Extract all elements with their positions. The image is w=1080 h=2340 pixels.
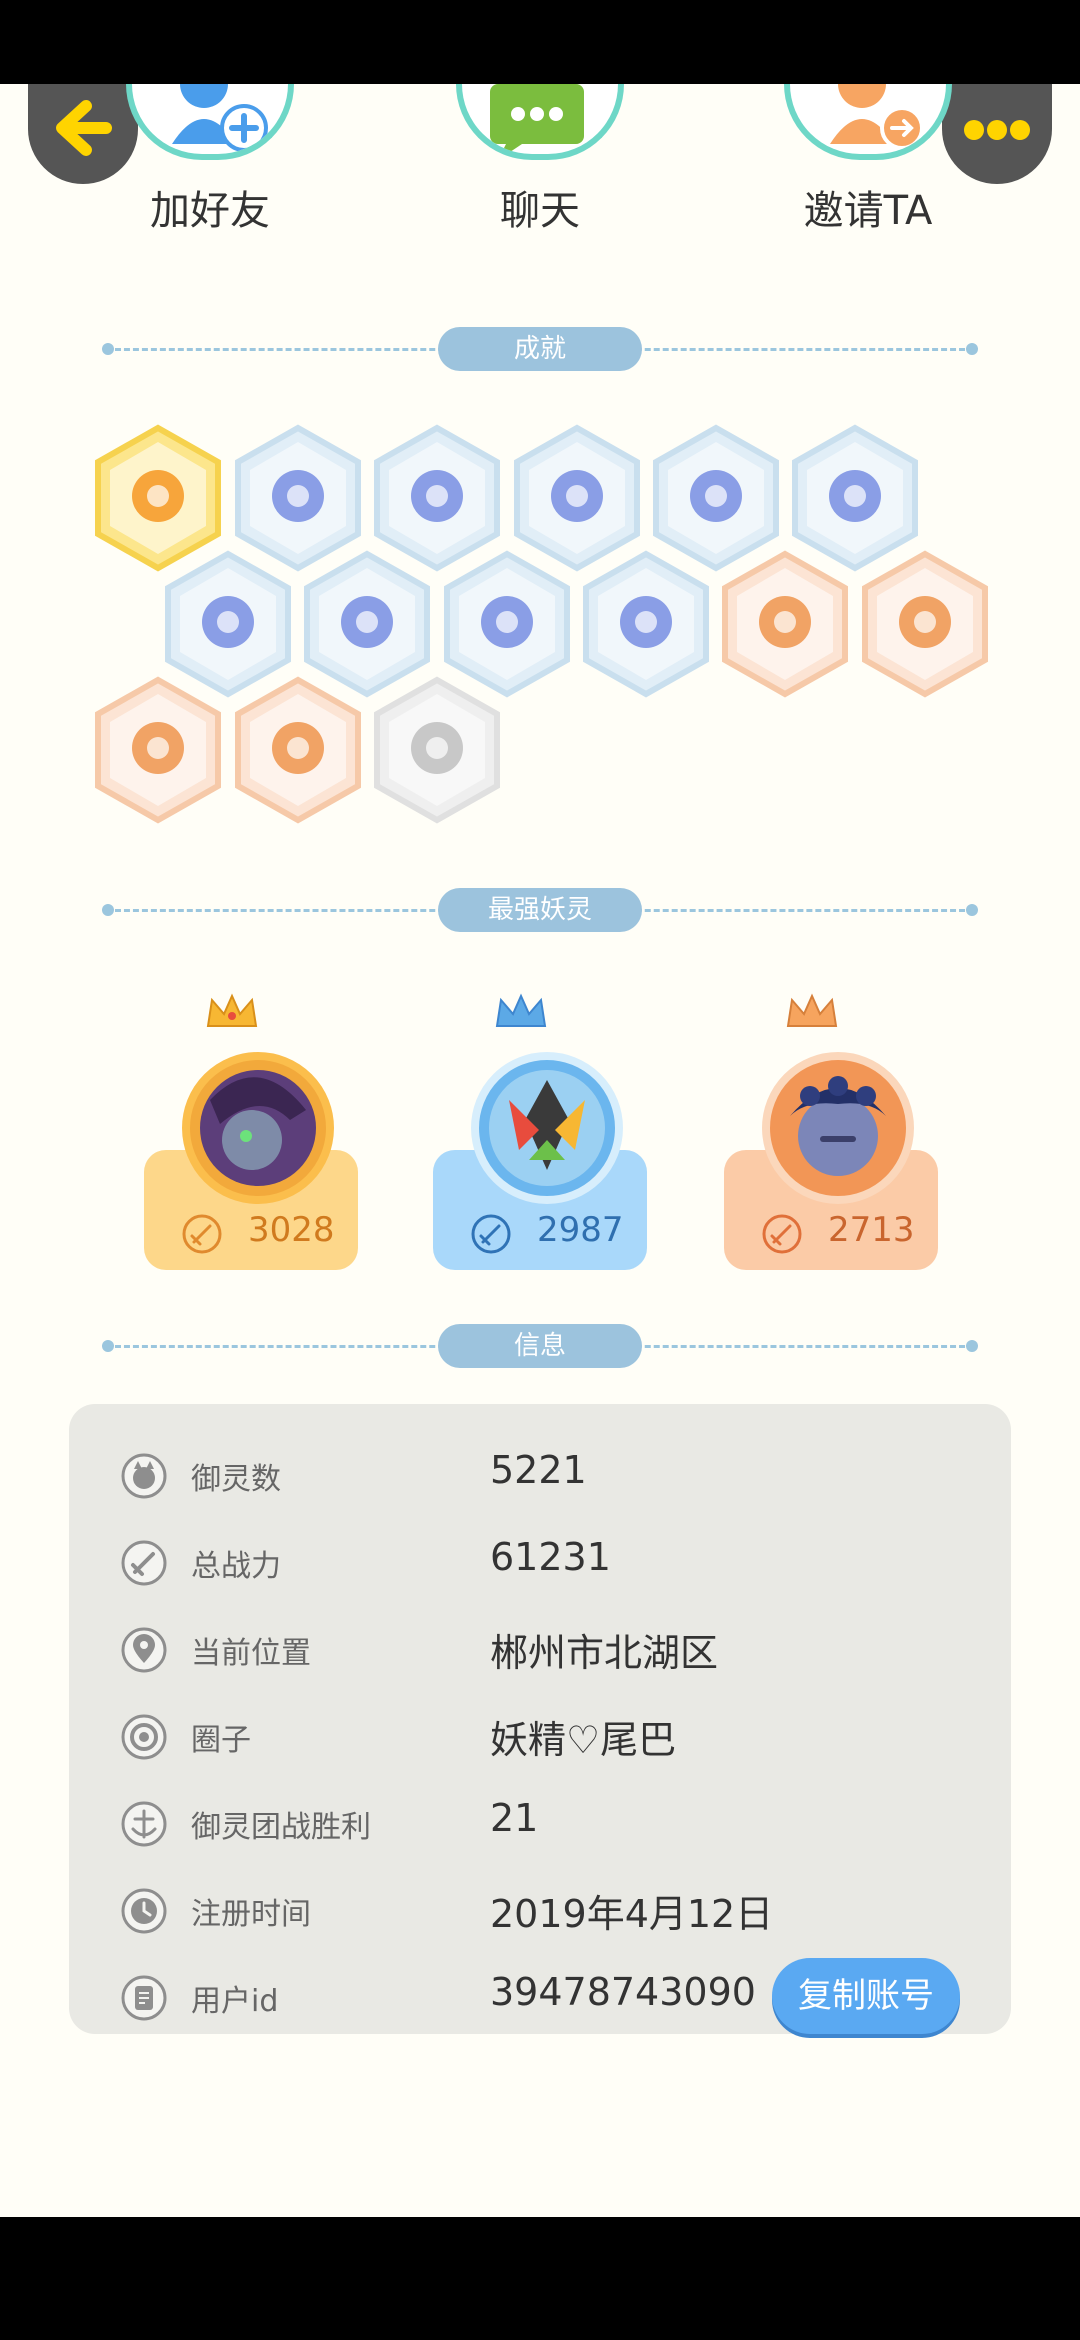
power-sword-icon: [471, 1214, 511, 1254]
demon-badge-icon: [235, 676, 361, 824]
invite-icon: [830, 84, 924, 150]
info-label: 圈子: [191, 1723, 251, 1758]
info-label: 注册时间: [191, 1897, 311, 1932]
clock-icon: [121, 1888, 167, 1934]
info-value: 21: [490, 1796, 539, 1840]
beast-count-icon: [121, 1453, 167, 1499]
koi-badge-icon: [862, 550, 988, 698]
beast-power: 3028: [248, 1210, 335, 1250]
location-pin-icon: [121, 1627, 167, 1673]
info-row-register-time: 注册时间 2019年4月12日: [69, 1877, 1011, 1947]
beast-power: 2987: [537, 1210, 624, 1250]
orange-crown-icon: [786, 993, 838, 1027]
gold-crown-icon: [206, 993, 258, 1027]
info-label: 御灵数: [191, 1462, 281, 1497]
info-row-team-wins: 御灵团战胜利 21: [69, 1790, 1011, 1860]
invite-label: 邀请TA: [803, 188, 933, 234]
info-label: 当前位置: [191, 1636, 311, 1671]
info-title: 信息: [438, 1324, 642, 1368]
add-friend-button[interactable]: 加好友: [110, 84, 310, 236]
id-card-icon: [121, 1975, 167, 2021]
info-label: 御灵团战胜利: [191, 1810, 371, 1845]
blue-crown-icon: [495, 993, 547, 1027]
strongest-title: 最强妖灵: [438, 888, 642, 932]
info-value: 61231: [490, 1535, 611, 1579]
info-card: 御灵数 5221 总战力 61231 当前位置 郴州市北湖区 圈子 妖精♡尾巴: [69, 1404, 1011, 2034]
info-row-user-id: 用户id 39478743090 复制账号: [69, 1958, 1011, 2034]
power-sword-icon: [762, 1214, 802, 1254]
info-row-total-power: 总战力 61231: [69, 1529, 1011, 1599]
strongest-divider: 最强妖灵: [102, 888, 978, 932]
add-friend-label: 加好友: [150, 188, 270, 234]
power-sword-icon: [182, 1214, 222, 1254]
achievement-badge[interactable]: [232, 676, 364, 824]
yinyang-card-badge-icon: [583, 550, 709, 698]
achievement-badge[interactable]: [580, 550, 712, 698]
info-row-beast-count: 御灵数 5221: [69, 1442, 1011, 1512]
info-divider: 信息: [102, 1324, 978, 1368]
info-value: 39478743090: [490, 1970, 756, 2014]
book-badge-icon: [374, 676, 500, 824]
info-row-location: 当前位置 郴州市北湖区: [69, 1616, 1011, 1686]
anchor-icon: [121, 1801, 167, 1847]
navigation-bar: [0, 2217, 1080, 2340]
info-label: 总战力: [191, 1549, 281, 1584]
info-value: 5221: [490, 1448, 587, 1492]
copy-account-button[interactable]: 复制账号: [772, 1958, 960, 2034]
info-row-circle: 圈子 妖精♡尾巴: [69, 1703, 1011, 1773]
chat-button[interactable]: 聊天: [440, 84, 640, 236]
achievement-badge[interactable]: [371, 676, 503, 824]
info-label: 用户id: [191, 1984, 279, 2019]
invite-button[interactable]: 邀请TA: [768, 84, 968, 236]
info-value: 妖精♡尾巴: [490, 1718, 677, 1762]
add-friend-icon: [172, 84, 268, 152]
sword-icon: [121, 1540, 167, 1586]
achievements-title: 成就: [438, 327, 642, 371]
achievement-badge[interactable]: [92, 676, 224, 824]
beast-avatar: [762, 1052, 914, 1204]
info-value: 郴州市北湖区: [490, 1631, 719, 1675]
info-value: 2019年4月12日: [490, 1892, 774, 1936]
shield-badge-icon: [95, 676, 221, 824]
beast-avatar: [471, 1052, 623, 1204]
chat-label: 聊天: [500, 188, 580, 234]
achievement-badge[interactable]: [719, 550, 851, 698]
beast-power: 2713: [828, 1210, 915, 1250]
circle-group-icon: [121, 1714, 167, 1760]
status-bar: [0, 0, 1080, 84]
achievement-badge[interactable]: [859, 550, 991, 698]
achievements-divider: 成就: [102, 327, 978, 371]
beast-avatar: [182, 1052, 334, 1204]
chat-bubble-icon: [490, 84, 584, 154]
flame-spirit-badge-icon: [722, 550, 848, 698]
